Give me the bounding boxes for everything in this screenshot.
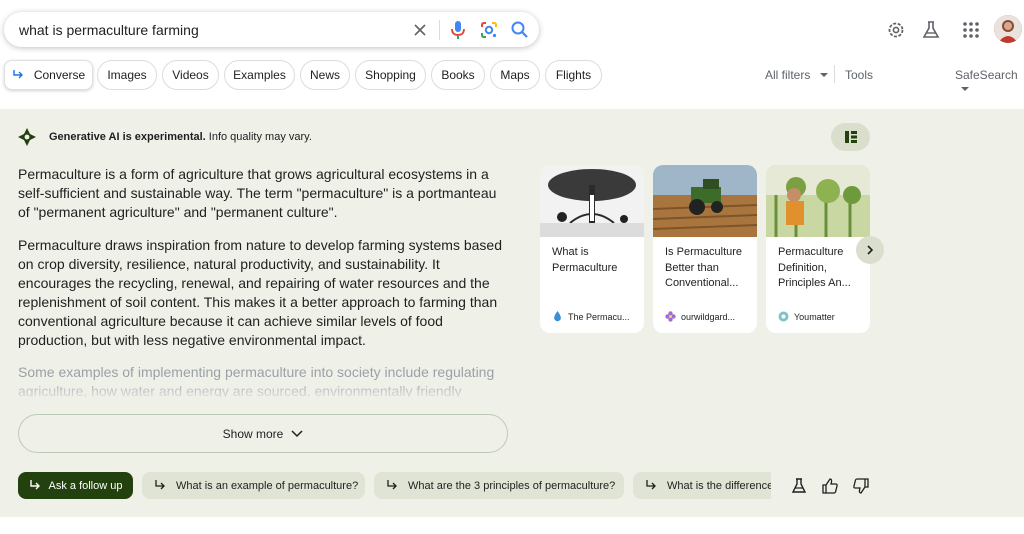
follow-up-arrow-icon xyxy=(155,480,165,490)
source-card[interactable]: What is Permaculture The Permacu... xyxy=(540,165,644,333)
follow-up-arrow-icon xyxy=(646,480,656,490)
ask-follow-up-button[interactable]: Ask a follow up xyxy=(18,472,133,499)
chip-images[interactable]: Images xyxy=(97,60,157,90)
card-source-label: Youmatter xyxy=(794,311,835,322)
follow-up-arrow-icon xyxy=(29,480,40,490)
microphone-icon[interactable] xyxy=(448,19,468,41)
chip-news[interactable]: News xyxy=(300,60,350,90)
chip-label: Converse xyxy=(33,68,86,82)
chevron-down-icon xyxy=(819,73,828,78)
all-filters-button[interactable]: All filters xyxy=(765,68,828,82)
show-more-label: Show more xyxy=(222,426,284,441)
answer-paragraph-2: Permaculture draws inspiration from natu… xyxy=(18,237,502,348)
chip-label: Books xyxy=(441,68,475,82)
thumbs-up-icon[interactable] xyxy=(822,478,838,494)
all-filters-label: All filters xyxy=(765,68,811,82)
chip-label: Videos xyxy=(172,68,209,82)
flower-icon xyxy=(665,311,676,322)
card-title: Permaculture Definition, Principles An..… xyxy=(778,246,851,289)
avatar[interactable] xyxy=(994,15,1022,43)
chip-label: Shopping xyxy=(365,68,416,82)
google-lens-icon[interactable] xyxy=(478,19,500,41)
chip-converse[interactable]: Converse xyxy=(4,60,93,90)
labs-flask-icon[interactable] xyxy=(791,478,807,494)
safesearch-button[interactable]: SafeSearch xyxy=(955,68,1024,96)
card-title: Is Permaculture Better than Conventional… xyxy=(665,246,743,289)
chip-label: Examples xyxy=(233,68,286,82)
chip-maps[interactable]: Maps xyxy=(490,60,540,90)
experimental-notice: Generative AI is experimental. Info qual… xyxy=(17,127,312,147)
search-input[interactable]: what is permaculture farming xyxy=(19,22,199,38)
chip-videos[interactable]: Videos xyxy=(162,60,219,90)
card-source: ourwildgard... xyxy=(665,311,735,322)
card-source: Youmatter xyxy=(778,311,835,322)
follow-up-label: What are the 3 principles of permacultur… xyxy=(408,479,616,492)
chevron-down-icon xyxy=(961,87,969,92)
clear-icon[interactable] xyxy=(410,20,430,40)
show-more-button[interactable]: Show more xyxy=(18,414,508,453)
notice-bold: Generative AI is experimental. xyxy=(49,131,206,143)
carousel-next-button[interactable] xyxy=(856,236,884,264)
chevron-right-icon xyxy=(867,245,874,255)
source-card[interactable]: Permaculture Definition, Principles An..… xyxy=(766,165,870,333)
notice-text: Info quality may vary. xyxy=(208,131,312,143)
card-source: The Permacu... xyxy=(552,311,630,322)
card-title: What is Permaculture xyxy=(552,246,618,274)
card-image xyxy=(540,165,644,237)
follow-up-arrow-icon xyxy=(387,480,397,490)
apps-grid-icon[interactable] xyxy=(961,20,981,40)
tools-button[interactable]: Tools xyxy=(845,68,873,82)
labs-flask-icon[interactable] xyxy=(921,20,941,40)
water-drop-icon xyxy=(554,311,561,322)
ask-follow-up-label: Ask a follow up xyxy=(48,479,123,492)
search-box[interactable]: what is permaculture farming xyxy=(4,12,539,47)
thumbs-down-icon[interactable] xyxy=(853,478,869,494)
settings-gear-icon[interactable] xyxy=(886,20,906,40)
layout-toggle-button[interactable] xyxy=(831,123,870,151)
suggested-follow-up[interactable]: What is the difference xyxy=(633,472,771,499)
card-image xyxy=(653,165,757,237)
card-source-label: ourwildgard... xyxy=(681,311,736,322)
follow-up-label: What is an example of permaculture? xyxy=(176,479,359,492)
text-fade xyxy=(0,379,520,403)
safesearch-label: SafeSearch xyxy=(955,68,1018,82)
sge-panel: Generative AI is experimental. Info qual… xyxy=(0,109,1024,517)
youmatter-logo-icon xyxy=(778,311,789,322)
layout-icon xyxy=(844,131,857,143)
chip-label: Flights xyxy=(555,68,592,82)
chevron-down-icon xyxy=(291,429,303,437)
chip-label: Images xyxy=(107,68,147,82)
search-icon[interactable] xyxy=(509,19,531,41)
chip-books[interactable]: Books xyxy=(431,60,485,90)
divider xyxy=(439,20,440,40)
divider xyxy=(834,65,835,83)
chip-label: News xyxy=(309,68,340,82)
suggested-follow-up[interactable]: What is an example of permaculture? xyxy=(142,472,365,499)
chip-label: Maps xyxy=(500,68,530,82)
chip-shopping[interactable]: Shopping xyxy=(355,60,426,90)
card-source-label: The Permacu... xyxy=(568,311,630,322)
chip-flights[interactable]: Flights xyxy=(545,60,602,90)
suggested-follow-up[interactable]: What are the 3 principles of permacultur… xyxy=(374,472,624,499)
sge-sparkle-icon xyxy=(18,128,36,146)
answer-paragraph-1: Permaculture is a form of agriculture th… xyxy=(18,166,497,220)
card-image xyxy=(766,165,870,237)
chip-examples[interactable]: Examples xyxy=(224,60,295,90)
source-card[interactable]: Is Permaculture Better than Conventional… xyxy=(653,165,757,333)
follow-up-label: What is the difference xyxy=(667,479,771,492)
